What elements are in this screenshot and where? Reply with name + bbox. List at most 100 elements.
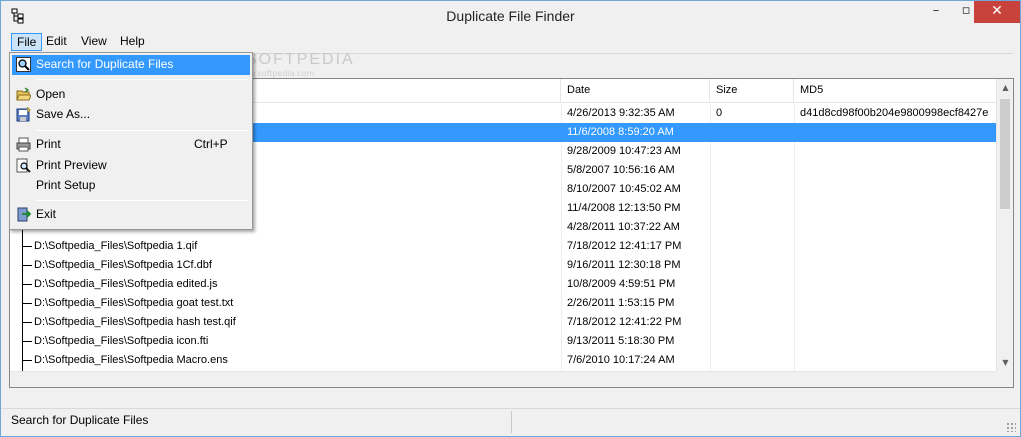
file-path-text: D:\Softpedia_Files\Softpedia edited.js <box>34 278 218 290</box>
md5-cell <box>800 351 996 370</box>
status-bar: Search for Duplicate Files <box>1 408 1020 436</box>
status-divider <box>511 411 512 433</box>
menu-item-print-preview[interactable]: Print Preview <box>12 156 250 176</box>
save-icon <box>16 107 31 122</box>
tree-branch-icon <box>20 275 34 294</box>
md5-cell <box>800 256 996 275</box>
date-cell: 5/8/2007 10:56:16 AM <box>567 164 675 176</box>
menu-item-print[interactable]: Print Ctrl+P <box>12 135 250 155</box>
menu-item-print-setup[interactable]: Print Setup <box>12 176 250 196</box>
title-bar[interactable]: Duplicate File Finder – ▫ ✕ <box>1 1 1020 31</box>
file-path-cell: D:\Softpedia_Files\Softpedia icon.fti <box>20 332 560 351</box>
file-path-text: D:\Softpedia_Files\Softpedia goat test.t… <box>34 297 234 309</box>
date-cell: 11/4/2008 12:13:50 PM <box>567 202 681 214</box>
file-path-cell: D:\Softpedia_Files\Softpedia 1.qif <box>20 237 560 256</box>
md5-cell <box>800 142 996 161</box>
menu-file[interactable]: File <box>11 33 43 51</box>
resize-grip-icon[interactable] <box>1006 422 1016 432</box>
file-path-cell: D:\Softpedia_Files\Softpedia Macro.ens <box>20 351 560 370</box>
watermark: SOFTPEDIA <box>246 51 355 68</box>
menu-item-label: Print Preview <box>36 158 107 172</box>
size-cell <box>716 180 796 199</box>
date-cell: 9/28/2009 10:47:23 AM <box>567 145 681 157</box>
md5-cell <box>800 332 996 351</box>
size-cell <box>716 351 796 370</box>
tree-branch-icon <box>20 237 34 256</box>
minimize-button[interactable]: – <box>921 1 951 23</box>
vertical-scrollbar[interactable]: ▲ ▼ <box>996 79 1013 371</box>
size-cell <box>716 275 796 294</box>
column-header-md5[interactable]: MD5 <box>794 79 996 103</box>
tree-branch-icon <box>20 351 34 370</box>
date-cell: 8/10/2007 10:45:02 AM <box>567 183 681 195</box>
table-row[interactable]: D:\Softpedia_Files\Softpedia 1.qif 7/18/2… <box>10 237 996 256</box>
scrollbar-corner <box>996 371 1013 387</box>
size-cell <box>716 161 796 180</box>
table-row[interactable]: D:\Softpedia_Files\Softpedia 1Cf.dbf 9/16… <box>10 256 996 275</box>
menu-view[interactable]: View <box>76 33 112 51</box>
size-cell <box>716 256 796 275</box>
date-cell: 10/8/2009 4:59:51 PM <box>567 278 676 290</box>
md5-cell <box>800 294 996 313</box>
file-path-text: D:\Softpedia_Files\Softpedia hash test.q… <box>34 316 236 328</box>
menu-item-label: Search for Duplicate Files <box>36 57 174 71</box>
md5-cell <box>800 218 996 237</box>
file-path-cell: D:\Softpedia_Files\Softpedia hash test.q… <box>20 313 560 332</box>
menu-edit[interactable]: Edit <box>41 33 72 51</box>
menu-separator <box>36 130 248 131</box>
column-header-size[interactable]: Size <box>710 79 794 103</box>
menu-item-label: Print Setup <box>36 178 96 192</box>
md5-cell <box>800 237 996 256</box>
size-cell <box>716 199 796 218</box>
table-row[interactable]: D:\Softpedia_Files\Softpedia goat test.t… <box>10 294 996 313</box>
md5-cell <box>800 313 996 332</box>
window-title: Duplicate File Finder <box>446 8 575 24</box>
file-path-cell: D:\Softpedia_Files\Softpedia 1Cf.dbf <box>20 256 560 275</box>
tree-branch-icon <box>20 332 34 351</box>
md5-cell <box>800 161 996 180</box>
table-row[interactable]: D:\Softpedia_Files\Softpedia hash test.q… <box>10 313 996 332</box>
menu-item-open[interactable]: Open <box>12 85 250 105</box>
tree-branch-icon <box>20 256 34 275</box>
tree-branch-icon <box>20 294 34 313</box>
size-cell <box>716 237 796 256</box>
menu-item-shortcut: Ctrl+P <box>194 137 228 151</box>
column-header-date[interactable]: Date <box>561 79 710 103</box>
tree-branch-icon <box>20 313 34 332</box>
file-path-text: D:\Softpedia_Files\Softpedia 1.qif <box>34 240 198 252</box>
md5-cell <box>800 180 996 199</box>
file-path-text: D:\Softpedia_Files\Softpedia icon.fti <box>34 335 209 347</box>
menu-help[interactable]: Help <box>115 33 150 51</box>
md5-cell <box>800 275 996 294</box>
menu-item-label: Exit <box>36 207 57 221</box>
status-text: Search for Duplicate Files <box>11 413 149 427</box>
menu-item-label: Print <box>36 137 61 151</box>
file-path-text: D:\Softpedia_Files\Softpedia Macro.ens <box>34 354 228 366</box>
size-cell <box>716 123 796 142</box>
size-cell <box>716 313 796 332</box>
date-cell: 7/6/2010 10:17:24 AM <box>567 354 675 366</box>
date-cell: 11/6/2008 8:59:20 AM <box>567 126 674 138</box>
horizontal-scrollbar[interactable] <box>10 371 996 387</box>
table-row[interactable]: D:\Softpedia_Files\Softpedia icon.fti 9/1… <box>10 332 996 351</box>
date-cell: 4/28/2011 10:37:22 AM <box>567 221 680 233</box>
size-cell <box>716 294 796 313</box>
menu-item-save-as[interactable]: Save As... <box>12 105 250 125</box>
menu-item-label: Save As... <box>36 107 91 121</box>
table-row[interactable]: D:\Softpedia_Files\Softpedia edited.js 10… <box>10 275 996 294</box>
scroll-thumb[interactable] <box>1000 99 1010 209</box>
date-cell: 9/16/2011 12:30:18 PM <box>567 259 681 271</box>
menu-item-label: Open <box>36 87 66 101</box>
table-row[interactable]: D:\Softpedia_Files\Softpedia Macro.ens 7/… <box>10 351 996 370</box>
app-window: Duplicate File Finder – ▫ ✕ File Edit Vi… <box>0 0 1021 437</box>
print-preview-icon <box>16 158 31 173</box>
menu-item-search-duplicates[interactable]: Search for Duplicate Files <box>12 55 250 75</box>
menu-bar: File Edit View Help <box>9 32 1013 52</box>
size-cell: 0 <box>716 107 723 119</box>
menu-item-exit[interactable]: Exit <box>12 205 250 225</box>
md5-cell <box>800 199 996 218</box>
close-button[interactable]: ✕ <box>974 1 1020 23</box>
scroll-down-arrow-icon[interactable]: ▼ <box>997 354 1013 371</box>
size-cell <box>716 332 796 351</box>
scroll-up-arrow-icon[interactable]: ▲ <box>997 79 1013 96</box>
